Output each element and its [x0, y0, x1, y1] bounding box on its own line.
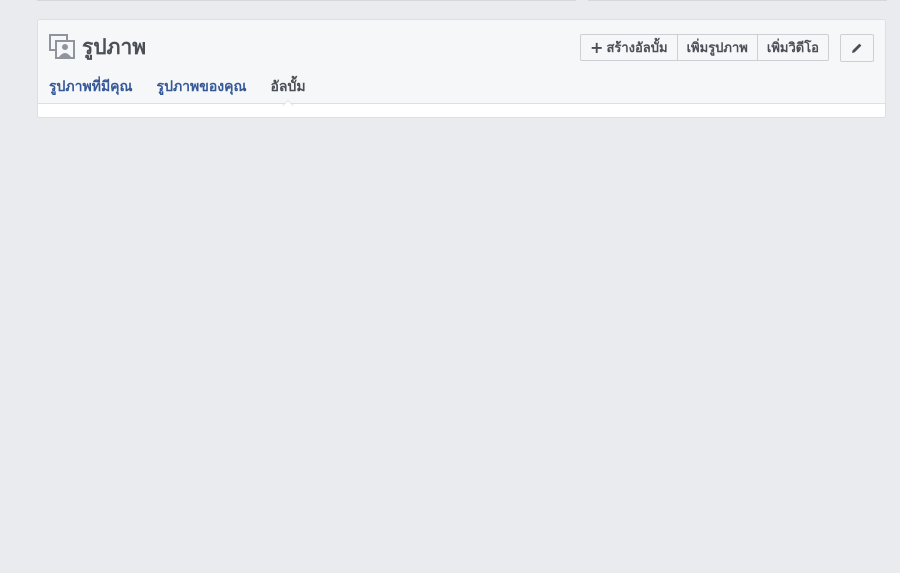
top-divider-left	[37, 0, 576, 1]
pencil-icon	[851, 39, 863, 58]
tab-albums[interactable]: อัลบั้ม	[270, 77, 306, 106]
edit-button[interactable]	[840, 34, 874, 62]
section-title-wrap: รูปภาพ	[49, 34, 146, 60]
tab-your-photos[interactable]: รูปภาพของคุณ	[157, 77, 247, 97]
section-title: รูปภาพ	[82, 35, 147, 59]
active-tab-pointer	[282, 100, 294, 106]
add-video-button[interactable]: เพิ่มวิดีโอ	[756, 34, 829, 61]
tab-label: อัลบั้ม	[270, 79, 306, 95]
tab-label: รูปภาพที่มีคุณ	[49, 79, 133, 95]
create-album-button[interactable]: + สร้างอัลบั้ม	[580, 34, 678, 61]
tab-photos-of-you[interactable]: รูปภาพที่มีคุณ	[49, 77, 133, 97]
add-photos-label: เพิ่มรูปภาพ	[686, 41, 748, 56]
plus-icon: +	[590, 37, 604, 57]
create-album-label: สร้างอัลบั้ม	[606, 41, 668, 56]
photos-panel-header: รูปภาพ + สร้างอัลบั้ม เพิ่มรูปภาพ เพิ่มว…	[38, 20, 885, 106]
photos-panel: รูปภาพ + สร้างอัลบั้ม เพิ่มรูปภาพ เพิ่มว…	[37, 19, 886, 118]
add-photos-button[interactable]: เพิ่มรูปภาพ	[676, 34, 758, 61]
photo-tabs: รูปภาพที่มีคุณ รูปภาพของคุณ อัลบั้ม	[49, 77, 330, 106]
add-video-label: เพิ่มวิดีโอ	[766, 41, 819, 56]
action-button-group: + สร้างอัลบั้ม เพิ่มรูปภาพ เพิ่มวิดีโอ	[580, 34, 829, 61]
photos-icon	[49, 34, 75, 60]
top-divider-right	[588, 0, 887, 1]
tab-label: รูปภาพของคุณ	[156, 79, 247, 95]
